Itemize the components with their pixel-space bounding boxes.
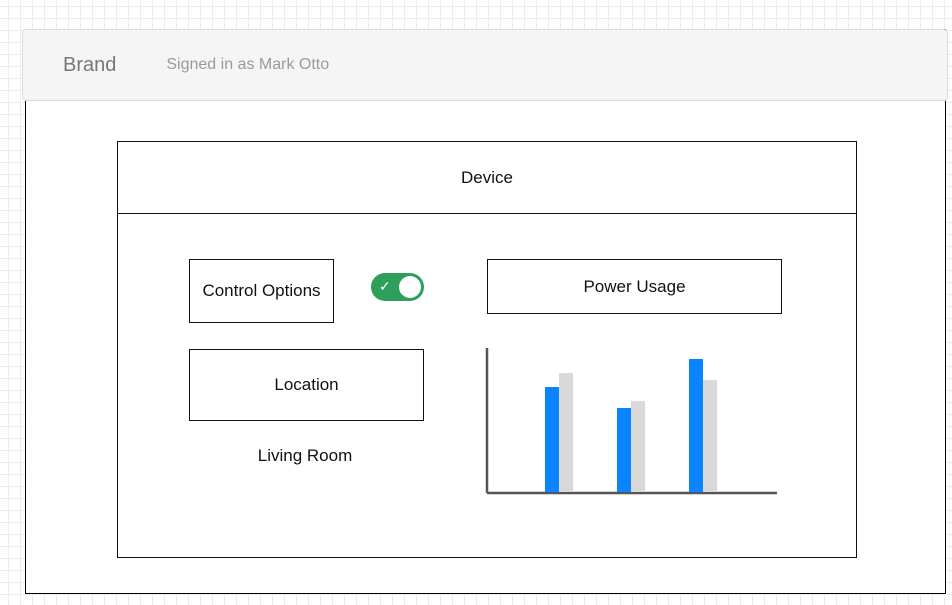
card-title: Device: [118, 142, 856, 214]
bar-series-1-3: [689, 359, 703, 492]
control-options-label: Control Options: [189, 259, 334, 323]
bar-series-2-2: [631, 401, 645, 492]
bar-series-1-1: [545, 387, 559, 492]
bar-series-2-3: [703, 380, 717, 492]
power-usage-chart: [485, 348, 777, 495]
bar-series-1-2: [617, 408, 631, 492]
control-toggle[interactable]: ✓: [371, 273, 424, 301]
power-usage-label: Power Usage: [487, 259, 782, 314]
bar-series-2-1: [559, 373, 573, 492]
check-icon: ✓: [379, 279, 391, 295]
brand-link[interactable]: Brand: [63, 54, 116, 77]
location-value: Living Room: [257, 446, 353, 465]
toggle-knob: [399, 276, 421, 298]
signed-in-text: Signed in as Mark Otto: [166, 56, 330, 73]
navbar: Brand Signed in as Mark Otto: [22, 29, 948, 101]
location-label: Location: [189, 349, 424, 421]
